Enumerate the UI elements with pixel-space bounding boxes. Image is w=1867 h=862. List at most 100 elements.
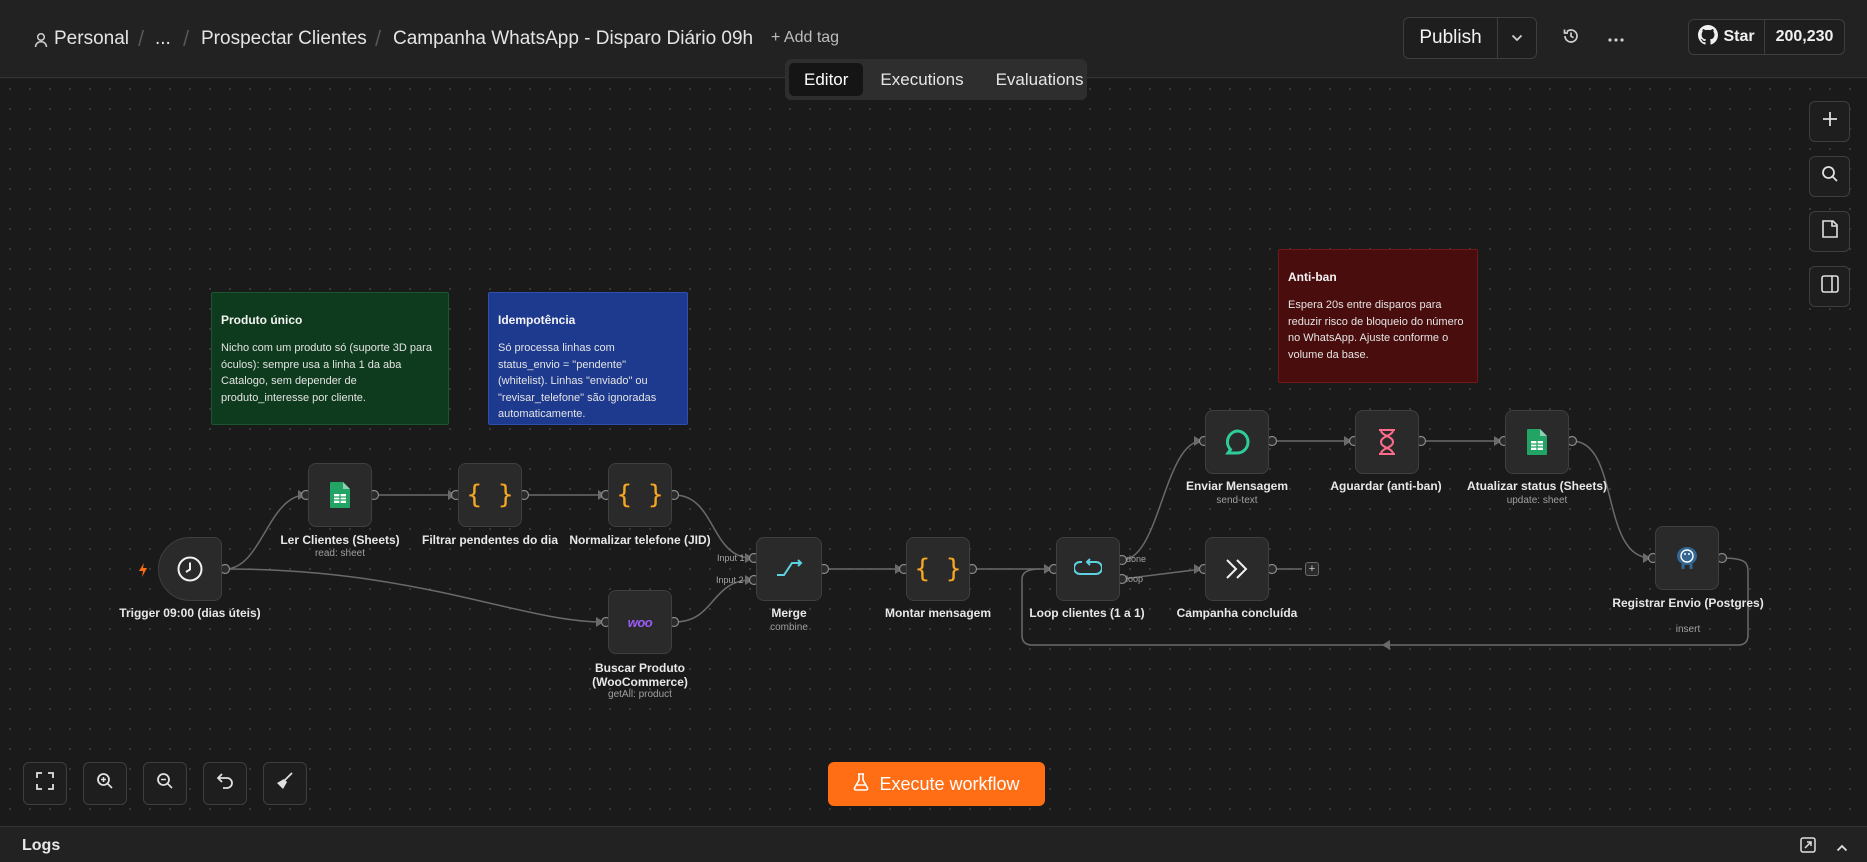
chevron-up-icon[interactable] <box>1836 839 1848 857</box>
connections-layer <box>219 435 1749 650</box>
search-icon <box>1821 165 1839 188</box>
node-label: Campanha concluída <box>1176 606 1298 620</box>
sticky-note-title: Produto único <box>221 313 303 327</box>
panel-right-icon <box>1820 275 1839 298</box>
merge-input-1-label: Input 1 <box>717 553 745 563</box>
github-icon <box>1698 24 1719 50</box>
fullscreen-icon <box>36 772 54 795</box>
broom-icon <box>275 771 295 796</box>
node-label: Trigger 09:00 (dias úteis) <box>119 606 261 620</box>
node-label: Normalizar telefone (JID) <box>569 533 711 547</box>
breadcrumb-project[interactable]: Personal <box>54 28 129 50</box>
github-star-widget[interactable]: Star 200,230 <box>1688 19 1845 55</box>
publish-button-group: Publish <box>1403 17 1537 59</box>
node-ler-clientes[interactable] <box>308 463 372 527</box>
search-nodes-button[interactable] <box>1809 156 1850 197</box>
node-label: Atualizar status (Sheets) <box>1466 479 1608 493</box>
hourglass-icon <box>1376 428 1398 456</box>
loop-icon <box>1074 558 1102 580</box>
node-subtitle: insert <box>1675 624 1701 635</box>
node-loop-clientes[interactable] <box>1056 537 1120 601</box>
history-button[interactable] <box>1557 24 1585 52</box>
logs-title: Logs <box>22 837 61 854</box>
add-node-button[interactable]: + <box>1305 562 1319 576</box>
node-subtitle: getAll: product <box>608 689 672 700</box>
zoom-out-icon <box>156 772 174 795</box>
node-registrar-envio[interactable] <box>1655 526 1719 590</box>
code-braces-icon: { } <box>616 480 664 510</box>
connection-trigger-woo <box>224 568 605 623</box>
node-filtrar-pendentes[interactable]: { } <box>458 463 522 527</box>
execute-workflow-label: Execute workflow <box>879 773 1020 794</box>
sticky-note-idempotencia[interactable]: Idempotência Só processa linhas com stat… <box>488 292 688 425</box>
user-icon <box>34 32 48 53</box>
workflow-editor: Personal / ... / Prospectar Clientes / C… <box>0 0 1867 862</box>
clock-icon <box>176 555 204 583</box>
zoom-out-button[interactable] <box>143 762 187 805</box>
node-label: Registrar Envio (Postgres) <box>1612 596 1764 610</box>
sticky-note-body: Nicho com um produto só (suporte 3D para… <box>221 342 432 404</box>
node-subtitle: update: sheet <box>1506 495 1568 506</box>
breadcrumb-separator: / <box>375 26 382 51</box>
postgres-icon <box>1673 544 1701 572</box>
node-enviar-mensagem[interactable] <box>1205 410 1269 474</box>
logs-panel[interactable]: Logs <box>0 826 1867 862</box>
breadcrumb-ellipsis[interactable]: ... <box>155 28 171 50</box>
sticky-note-body: Espera 20s entre disparos para reduzir r… <box>1288 299 1464 361</box>
zoom-in-button[interactable] <box>83 762 127 805</box>
chat-bubble-icon <box>1223 428 1251 456</box>
node-merge[interactable] <box>756 537 822 601</box>
github-star-label: Star <box>1723 28 1755 45</box>
github-star-count: 200,230 <box>1775 28 1834 45</box>
node-atualizar-status[interactable] <box>1505 410 1569 474</box>
node-buscar-produto[interactable]: woo <box>608 590 672 654</box>
google-sheets-icon <box>329 481 351 509</box>
node-campanha-concluida[interactable] <box>1205 537 1269 601</box>
node-subtitle: combine <box>770 622 808 633</box>
chevron-down-icon <box>1511 29 1523 47</box>
google-sheets-icon <box>1526 428 1548 456</box>
loop-done-label: done <box>1126 554 1147 564</box>
tab-editor[interactable]: Editor <box>789 63 864 96</box>
sticky-note-anti-ban[interactable]: Anti-ban Espera 20s entre disparos para … <box>1278 249 1478 383</box>
sticky-note-produto-unico[interactable]: Produto único Nicho com um produto só (s… <box>211 292 449 425</box>
merge-icon <box>774 558 804 580</box>
woocommerce-icon: woo <box>627 614 653 630</box>
add-sticky-note-button[interactable] <box>1809 211 1850 252</box>
undo-button[interactable] <box>203 762 247 805</box>
pop-out-icon[interactable] <box>1800 837 1816 858</box>
more-options-button[interactable] <box>1602 24 1630 52</box>
tab-executions[interactable]: Executions <box>865 63 978 96</box>
add-tag-button[interactable]: + Add tag <box>771 29 839 47</box>
breadcrumb-folder[interactable]: Prospectar Clientes <box>201 28 367 50</box>
node-aguardar[interactable] <box>1355 410 1419 474</box>
toggle-side-panel-button[interactable] <box>1809 266 1850 307</box>
workflow-name[interactable]: Campanha WhatsApp - Disparo Diário 09h <box>393 28 753 50</box>
node-subtitle: send-text <box>1216 495 1258 506</box>
tab-evaluations[interactable]: Evaluations <box>981 63 1099 96</box>
tidy-up-button[interactable] <box>263 762 307 805</box>
history-icon <box>1562 27 1580 50</box>
workflow-canvas[interactable]: Produto único Nicho com um produto só (s… <box>0 79 1867 826</box>
node-subtitle: read: sheet <box>314 548 366 559</box>
no-op-icon <box>1223 558 1251 580</box>
connection-normalize-merge <box>673 494 753 559</box>
publish-button[interactable]: Publish <box>1404 18 1498 58</box>
execute-workflow-button[interactable]: Execute workflow <box>828 762 1045 806</box>
sticky-note-body: Só processa linhas com status_envio = "p… <box>498 342 657 420</box>
loop-loop-label: loop <box>1126 574 1144 584</box>
merge-input-2-label: Input 2 <box>716 575 744 585</box>
node-normalizar-telefone[interactable]: { } <box>608 463 672 527</box>
publish-options-button[interactable] <box>1498 18 1536 58</box>
fit-view-button[interactable] <box>23 762 67 805</box>
node-label: Buscar Produto (WooCommerce) <box>592 661 688 689</box>
node-montar-mensagem[interactable]: { } <box>906 537 970 601</box>
more-horizontal-icon <box>1608 29 1624 47</box>
breadcrumb-separator: / <box>138 26 145 51</box>
node-trigger[interactable] <box>158 537 222 601</box>
add-node-panel-button[interactable] <box>1809 101 1850 142</box>
code-braces-icon: { } <box>914 554 962 584</box>
sticky-note-title: Anti-ban <box>1288 270 1337 284</box>
flask-icon <box>853 772 869 796</box>
github-star-button[interactable]: Star <box>1689 20 1765 54</box>
